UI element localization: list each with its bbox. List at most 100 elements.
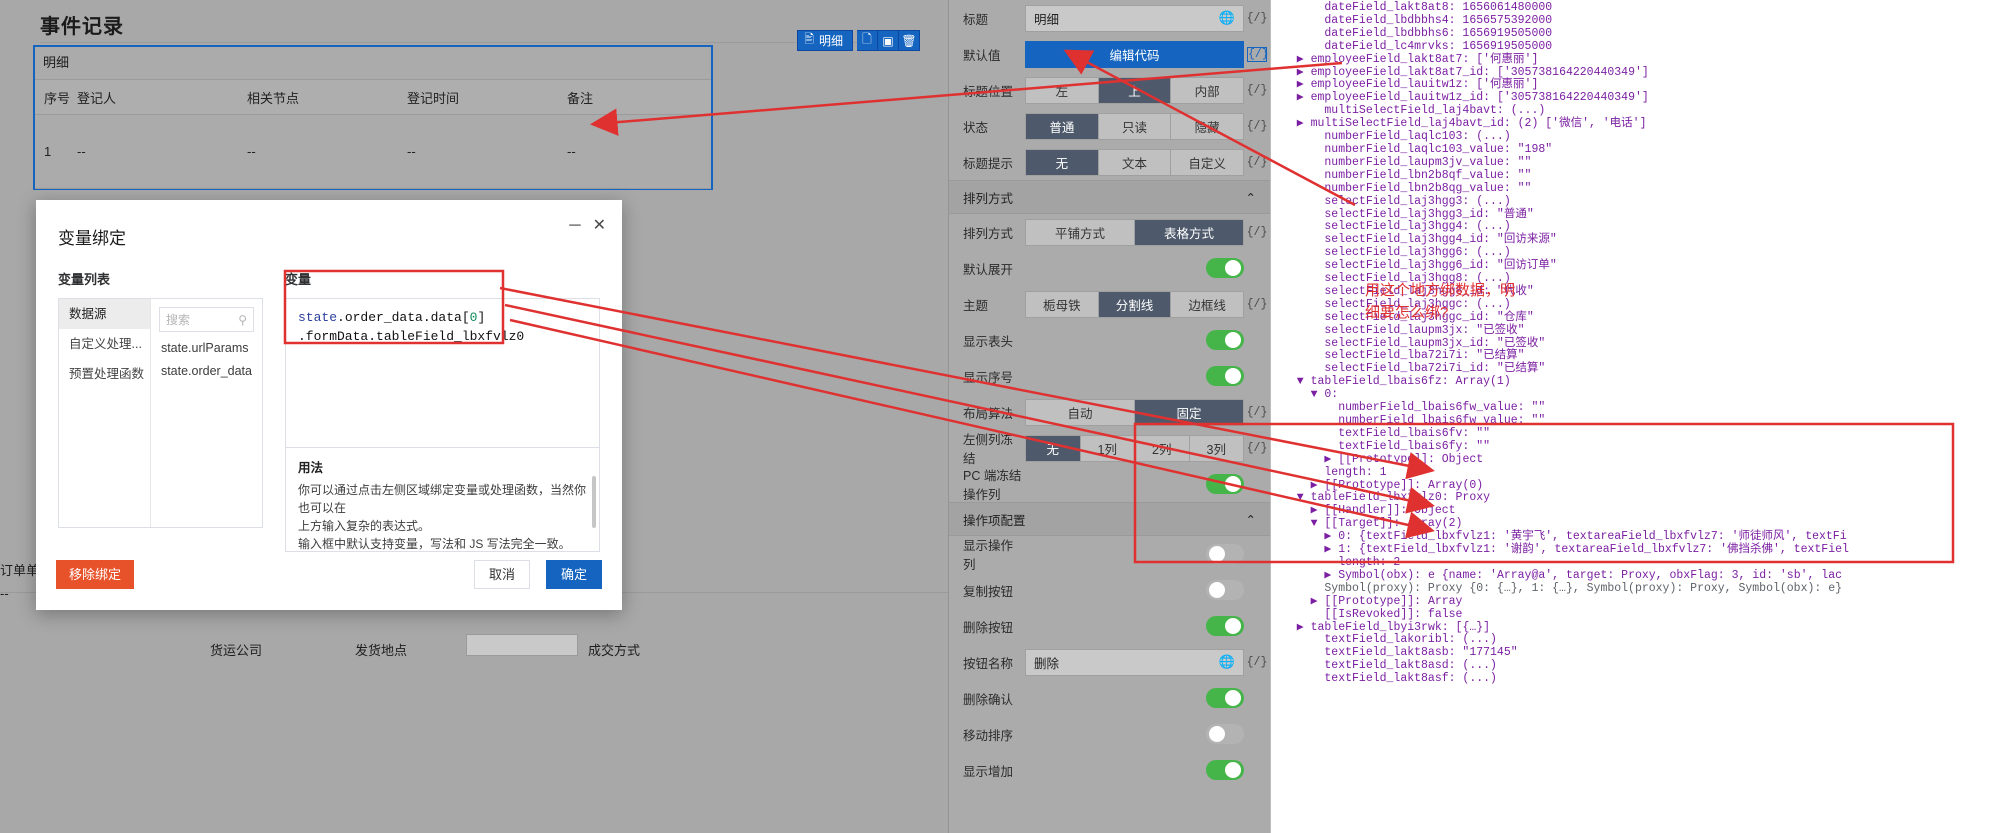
theme-option-2[interactable]: 边框线 (1171, 291, 1244, 317)
duplicate-icon[interactable]: ▣ (878, 30, 899, 51)
button-name-input[interactable]: 删除 🌐 (1025, 648, 1244, 676)
widget-toolbar-label-chip[interactable]: 🖹 明细 (797, 30, 853, 51)
confirm-button[interactable]: 确定 (546, 560, 602, 589)
frozen-left-cols-option-2[interactable]: 2列 (1135, 435, 1190, 461)
title-tip-option-2[interactable]: 自定义 (1171, 149, 1244, 175)
console-line[interactable]: ▶ [[Prototype]]: Array (1283, 595, 1991, 609)
status-option-0[interactable]: 普通 (1026, 113, 1099, 139)
console-line[interactable]: ▼ tableField_lbais6fz: Array(1) (1283, 375, 1991, 389)
default-value-button[interactable]: 编辑代码 (1025, 40, 1244, 68)
layout-mode-option-1[interactable]: 表格方式 (1135, 219, 1243, 245)
title-tip-option-1[interactable]: 文本 (1098, 149, 1172, 175)
title-code-binding-icon[interactable]: {/} (1244, 12, 1270, 25)
property-group-layout[interactable]: 排列方式 ⌃ (949, 180, 1270, 214)
minimize-icon[interactable]: ─ (569, 218, 580, 234)
console-line[interactable]: numberField_laupm3jv_value: "" (1283, 156, 1991, 170)
title-position-option-1[interactable]: 上 (1098, 77, 1172, 103)
title-position-option-0[interactable]: 左 (1026, 77, 1099, 103)
console-line[interactable]: numberField_lbais6fw_value: "" (1283, 414, 1991, 428)
status-code-binding-icon[interactable]: {/} (1244, 120, 1270, 133)
default-expand-toggle[interactable] (1206, 258, 1244, 278)
copy-button-toggle[interactable] (1206, 580, 1244, 600)
layout-mode-option-0[interactable]: 平铺方式 (1026, 219, 1135, 245)
console-line[interactable]: selectField_laupm3jx: "已签收" (1283, 324, 1991, 338)
search-input[interactable]: 搜索 ⚲ (158, 307, 254, 332)
console-line[interactable]: textField_lbais6fy: "" (1283, 440, 1991, 454)
console-line[interactable]: textField_lakt8asf: (...) (1283, 672, 1991, 686)
title-input[interactable]: 明细 🌐 (1025, 4, 1244, 32)
console-line[interactable]: textField_lbais6fv: "" (1283, 427, 1991, 441)
layout-algorithm-code-binding-icon[interactable]: {/} (1244, 406, 1270, 419)
theme-option-0[interactable]: 栀母铁 (1026, 291, 1099, 317)
show-index-toggle[interactable] (1206, 366, 1244, 386)
frozen-left-cols-option-3[interactable]: 3列 (1189, 435, 1243, 461)
default-value-code-binding-icon[interactable]: {/} (1247, 46, 1269, 62)
console-line[interactable]: ▶ [[Prototype]]: Object (1283, 453, 1991, 467)
frozen-left-cols-option-1[interactable]: 1列 (1080, 435, 1135, 461)
delete-icon[interactable]: 🗑 (899, 30, 920, 51)
property-label-show-action-col: 显示操作列 (963, 539, 1014, 572)
copy-icon[interactable]: 🗋 (857, 30, 878, 51)
console-line[interactable]: length: 1 (1283, 466, 1991, 480)
title-tip-code-binding-icon[interactable]: {/} (1244, 156, 1270, 169)
console-line[interactable]: numberField_lbn2b8qf_value: "" (1283, 169, 1991, 183)
title-position-option-2[interactable]: 内部 (1171, 77, 1244, 103)
show-add-button-toggle[interactable] (1206, 760, 1244, 780)
console-line[interactable]: numberField_laqlc103_value: "198" (1283, 143, 1991, 157)
property-control-button-name: 删除 🌐 (1025, 648, 1244, 676)
widget-toolbar[interactable]: 🖹 明细 🗋 ▣ 🗑 (797, 30, 920, 51)
devtools-console[interactable]: dateField_lakt8at8: 1656061480000 dateFi… (1270, 0, 1991, 833)
layout-mode-code-binding-icon[interactable]: {/} (1244, 226, 1270, 239)
frozen-left-cols-option-0[interactable]: 无 (1026, 435, 1081, 461)
status-option-1[interactable]: 只读 (1098, 113, 1172, 139)
ship-from-input[interactable] (466, 634, 578, 656)
category-custom-handler[interactable]: 自定义处理... (59, 329, 150, 359)
widget-toolbar-label: 明细 (818, 34, 843, 48)
console-line[interactable]: ▶ employeeField_lakt8at7: ['何惠丽'] (1283, 53, 1991, 67)
category-datasource[interactable]: 数据源 (59, 299, 150, 329)
unbind-button[interactable]: 移除绑定 (56, 560, 135, 589)
console-line[interactable]: length: 2 (1283, 556, 1991, 570)
search-icon[interactable]: ⚲ (238, 313, 247, 327)
variable-entry-order-data[interactable]: state.order_data (159, 355, 254, 378)
delete-confirm-toggle[interactable] (1206, 688, 1244, 708)
variable-entry-urlparams[interactable]: state.urlParams (159, 332, 254, 355)
chevron-up-icon[interactable]: ⌃ (1246, 190, 1256, 205)
property-group-actions[interactable]: 操作项配置 ⌃ (949, 502, 1270, 536)
console-line[interactable]: ▶ Symbol(obx): e {name: 'Array@a', targe… (1283, 569, 1991, 583)
show-action-col-toggle[interactable] (1206, 544, 1244, 564)
button-name-code-binding-icon[interactable]: {/} (1244, 656, 1270, 669)
globe-icon[interactable]: 🌐 (1219, 654, 1235, 670)
close-icon[interactable]: ✕ (593, 218, 606, 234)
pc-frozen-ops-toggle[interactable] (1206, 474, 1244, 494)
detail-table-widget[interactable]: 明细 序号 登记人 相关节点 登记时间 备注 1 -- -- -- -- (33, 45, 713, 190)
console-line[interactable]: Symbol(proxy): Proxy {0: {…}, 1: {…}, Sy… (1283, 582, 1991, 596)
console-line[interactable]: numberField_lbn2b8qg_value: "" (1283, 182, 1991, 196)
theme-code-binding-icon[interactable]: {/} (1244, 298, 1270, 311)
category-preset-handler[interactable]: 预置处理函数 (59, 359, 150, 389)
console-line[interactable]: dateField_lbdbbhs6: 1656919505000 (1283, 27, 1991, 41)
theme-segmented: 栀母铁 分割线 边框线 (1025, 290, 1244, 318)
show-header-toggle[interactable] (1206, 330, 1244, 350)
console-line[interactable]: dateField_lbdbbhs4: 1656575392000 (1283, 14, 1991, 28)
console-line[interactable]: selectField_laj3hgg3: (...) (1283, 195, 1991, 209)
console-line[interactable]: dateField_lakt8at8: 1656061480000 (1283, 1, 1991, 15)
chevron-up-icon[interactable]: ⌃ (1246, 512, 1256, 527)
delete-button-toggle[interactable] (1206, 616, 1244, 636)
expression-input[interactable]: state.order_data.data[0] .formData.table… (285, 298, 600, 448)
table-row[interactable]: 1 -- -- -- -- (35, 115, 711, 189)
frozen-left-cols-code-binding-icon[interactable]: {/} (1244, 442, 1270, 455)
layout-algorithm-option-0[interactable]: 自动 (1026, 399, 1135, 425)
move-sort-toggle[interactable] (1206, 724, 1244, 744)
theme-option-1[interactable]: 分割线 (1098, 291, 1172, 317)
status-option-2[interactable]: 隐藏 (1171, 113, 1244, 139)
console-line[interactable]: dateField_lc4mrvks: 1656919505000 (1283, 40, 1991, 54)
globe-icon[interactable]: 🌐 (1219, 10, 1235, 26)
variable-binding-dialog[interactable]: 变量绑定 ─ ✕ 变量列表 数据源 自定义处理... 预置处理函数 搜索 ⚲ s… (36, 200, 622, 610)
usage-scrollbar[interactable] (592, 476, 596, 528)
title-tip-option-0[interactable]: 无 (1026, 149, 1099, 175)
console-line[interactable]: [[IsRevoked]]: false (1283, 608, 1991, 622)
layout-algorithm-option-1[interactable]: 固定 (1135, 399, 1243, 425)
cancel-button[interactable]: 取消 (474, 560, 530, 589)
title-position-code-binding-icon[interactable]: {/} (1244, 84, 1270, 97)
